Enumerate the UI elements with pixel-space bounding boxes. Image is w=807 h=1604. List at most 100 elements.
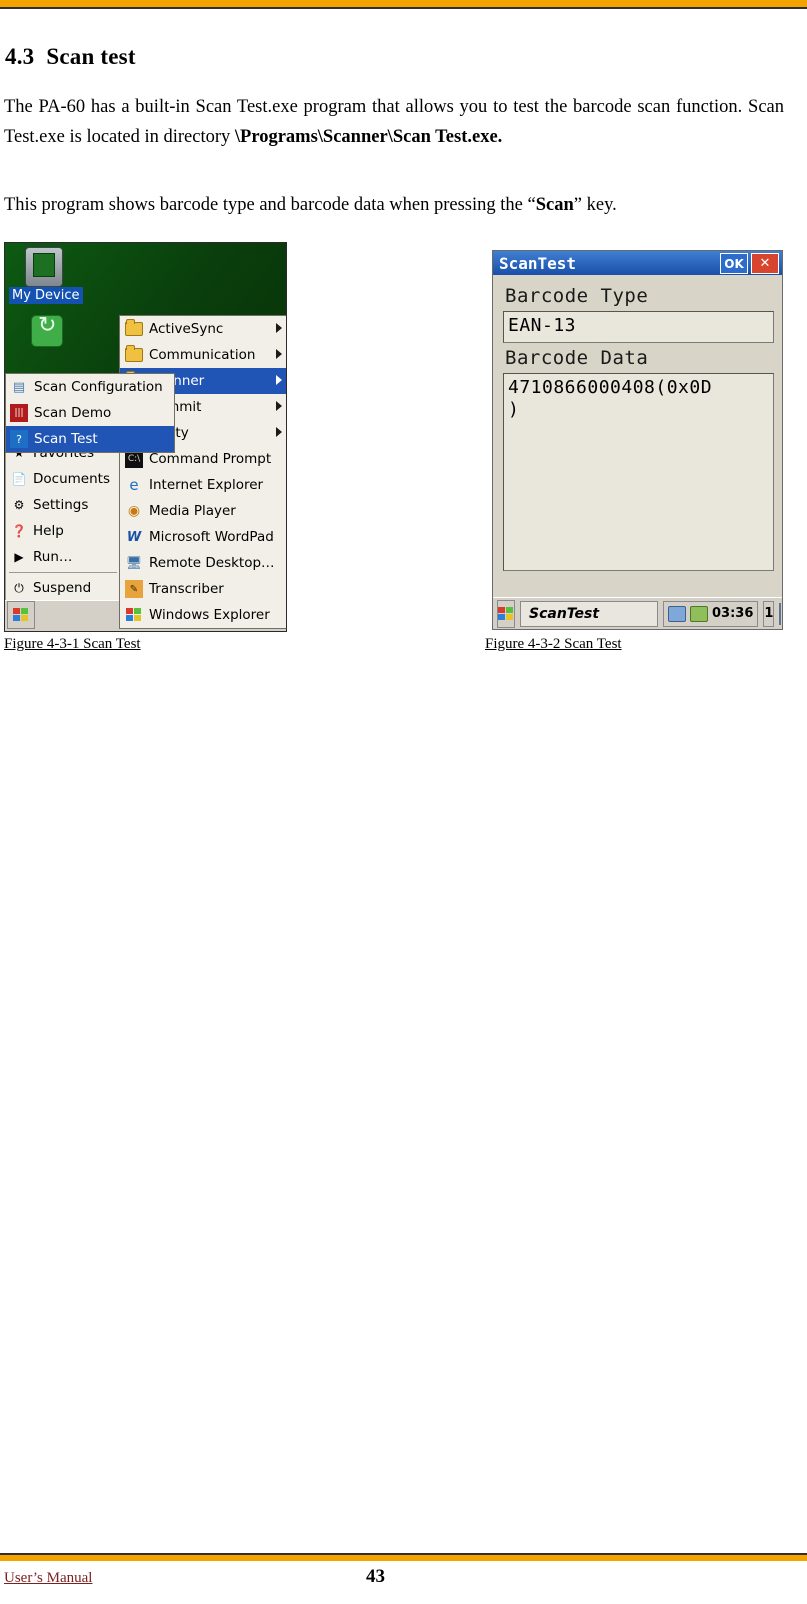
figure-1-caption: Figure 4-3-1 Scan Test [4, 636, 141, 652]
start-menu-label: Documents [33, 471, 110, 487]
ok-button[interactable]: OK [720, 253, 748, 274]
scantest-body: Barcode Type EAN-13 Barcode Data 4710866… [493, 275, 782, 571]
taskbar-task-scantest[interactable]: ScanTest [520, 600, 658, 627]
start-menu-label: Help [33, 523, 64, 539]
windows-start-icon [13, 608, 29, 622]
remote-desktop-icon: 🖥 [125, 555, 143, 571]
run-icon: ▶ [14, 550, 24, 564]
start-menu-label: Settings [33, 497, 89, 513]
header-rule [0, 7, 807, 9]
chevron-right-icon [276, 427, 282, 437]
barcode-type-field[interactable]: EAN-13 [503, 311, 774, 343]
chevron-right-icon [276, 375, 282, 385]
start-menu-separator [9, 572, 117, 573]
programs-item-label: Remote Desktop… [149, 555, 275, 571]
recycle-bin-icon[interactable] [31, 313, 63, 347]
suspend-icon: ⏻ [14, 580, 24, 595]
scanner-item-label: Scan Configuration [34, 379, 163, 395]
barcode-data-label: Barcode Data [505, 347, 649, 369]
scantest-titlebar: ScanTest OK ✕ [493, 251, 782, 275]
paragraph-2-text-end: ” key. [573, 195, 617, 215]
figure-scan-test-start-menu: My Device ★ Favorites 📄 Documents ⚙ Sett… [4, 242, 287, 632]
programs-item-communication[interactable]: Communication [120, 342, 286, 368]
programs-item-label: Microsoft WordPad [149, 529, 274, 545]
barcode-data-field[interactable]: 4710866000408(0x0D ) [503, 373, 774, 571]
scanner-item-scan-test[interactable]: ? Scan Test [6, 426, 174, 452]
programs-item-media-player[interactable]: ◉ Media Player [120, 498, 286, 524]
figure-scan-test-app: ScanTest OK ✕ Barcode Type EAN-13 Barcod… [492, 250, 783, 630]
network-icon[interactable] [668, 605, 686, 622]
close-icon[interactable]: ✕ [751, 253, 779, 274]
start-menu-item-settings[interactable]: ⚙ Settings [6, 492, 120, 518]
programs-item-label: ActiveSync [149, 321, 224, 337]
footer-accent-bar [0, 1555, 807, 1561]
paragraph-2-key: Scan [535, 195, 574, 215]
footer-label: User’s Manual [4, 1570, 93, 1586]
chevron-right-icon [276, 349, 282, 359]
chevron-right-icon [276, 401, 282, 411]
programs-item-activesync[interactable]: ActiveSync [120, 316, 286, 342]
paragraph-1-path: \Programs\Scanner\Scan Test.exe. [234, 127, 503, 147]
documents-icon: 📄 [11, 472, 27, 486]
paragraph-2-text: This program shows barcode type and barc… [4, 195, 536, 215]
scanner-item-scan-configuration[interactable]: ▤ Scan Configuration [6, 374, 174, 400]
programs-item-remote-desktop[interactable]: 🖥 Remote Desktop… [120, 550, 286, 576]
scantest-taskbar: ScanTest 03:36 1 [493, 597, 782, 629]
start-menu-item-suspend[interactable]: ⏻ Suspend [6, 575, 120, 601]
input-panel-indicator[interactable]: 1 [763, 600, 775, 627]
device-icon[interactable] [25, 247, 63, 287]
scanner-submenu[interactable]: ▤ Scan Configuration ||| Scan Demo ? Sca… [5, 373, 175, 453]
scanner-item-scan-demo[interactable]: ||| Scan Demo [6, 400, 174, 426]
start-menu-label: Run… [33, 549, 73, 565]
titlebar-buttons: OK ✕ [720, 253, 779, 274]
help-icon: ❓ [11, 524, 27, 538]
scantest-window-title: ScanTest [499, 253, 577, 273]
page-title: 4.3 Scan test [5, 44, 136, 70]
paragraph-2: This program shows barcode type and barc… [4, 190, 784, 220]
transcriber-icon: ✎ [125, 580, 143, 598]
programs-item-windows-explorer[interactable]: Windows Explorer [120, 602, 286, 628]
settings-icon: ⚙ [13, 498, 25, 512]
chevron-right-icon [276, 323, 282, 333]
programs-menu[interactable]: ActiveSync Communication Scanner Summit [119, 315, 286, 629]
start-button[interactable] [497, 599, 515, 628]
start-menu-item-help[interactable]: ❓ Help [6, 518, 120, 544]
page-number: 43 [366, 1566, 385, 1587]
programs-item-label: Command Prompt [149, 451, 272, 467]
media-player-icon: ◉ [127, 503, 141, 519]
programs-item-internet-explorer[interactable]: e Internet Explorer [120, 472, 286, 498]
programs-item-transcriber[interactable]: ✎ Transcriber [120, 576, 286, 602]
scan-demo-icon: ||| [10, 404, 28, 422]
folder-icon [125, 319, 143, 338]
programs-item-label: Communication [149, 347, 256, 363]
my-device-label: My Device [9, 287, 83, 304]
header-accent-bar [0, 0, 807, 7]
wordpad-icon: W [126, 529, 142, 545]
start-menu-label: Suspend [33, 580, 92, 596]
clock[interactable]: 03:36 [712, 606, 753, 621]
programs-item-label: Internet Explorer [149, 477, 264, 493]
scan-test-icon: ? [10, 430, 28, 448]
document-page: 4.3 Scan test The PA-60 has a built-in Sc… [0, 0, 807, 1604]
radio-icon[interactable] [690, 605, 708, 622]
start-button[interactable] [7, 601, 35, 629]
section-title: Scan test [46, 44, 136, 69]
start-menu[interactable]: ★ Favorites 📄 Documents ⚙ Settings ❓ Hel… [5, 439, 121, 601]
scanner-item-label: Scan Demo [34, 405, 112, 421]
figure-2-caption: Figure 4-3-2 Scan Test [485, 636, 622, 652]
start-menu-item-documents[interactable]: 📄 Documents [6, 466, 120, 492]
windows-start-icon [498, 606, 514, 621]
keyboard-icon[interactable] [779, 602, 782, 625]
barcode-type-label: Barcode Type [505, 285, 649, 307]
programs-item-label: Windows Explorer [149, 607, 270, 623]
internet-explorer-icon: e [129, 476, 139, 494]
section-number: 4.3 [5, 44, 35, 69]
folder-icon [125, 345, 143, 364]
paragraph-1: The PA-60 has a built-in Scan Test.exe p… [4, 92, 784, 152]
windows-explorer-icon [125, 606, 143, 624]
start-menu-item-run[interactable]: ▶ Run… [6, 544, 120, 570]
programs-item-label: Transcriber [149, 581, 224, 597]
system-tray: 03:36 [663, 600, 759, 627]
scanner-item-label: Scan Test [34, 431, 98, 447]
programs-item-wordpad[interactable]: W Microsoft WordPad [120, 524, 286, 550]
